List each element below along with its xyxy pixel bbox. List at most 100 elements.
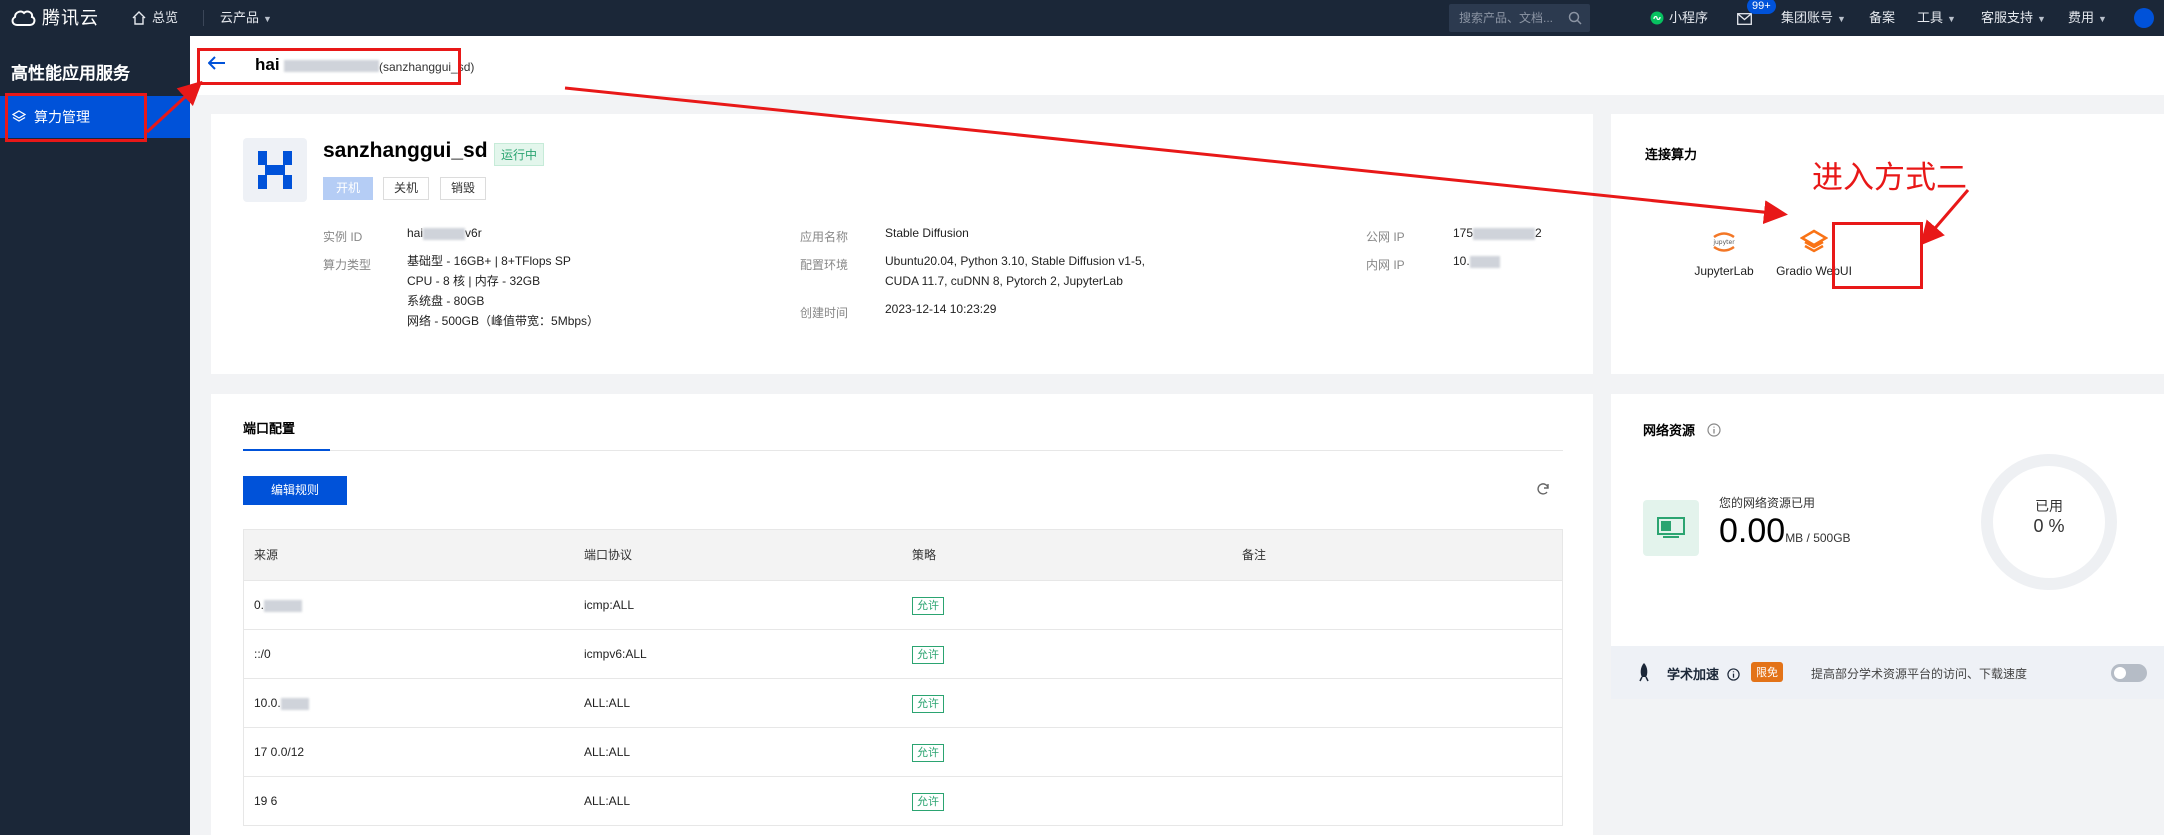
- public-ip-label: 公网 IP: [1366, 230, 1405, 244]
- compute-type-label: 算力类型: [323, 258, 372, 272]
- table-row: 10.0. ALL:ALL 允许: [244, 679, 1562, 728]
- jupyter-icon: jupyter: [1710, 228, 1738, 256]
- sidebar: 高性能应用服务 算力管理: [0, 36, 190, 835]
- nav-beian[interactable]: 备案: [1869, 0, 1895, 36]
- nav-mini-program[interactable]: 小程序: [1650, 0, 1708, 36]
- nav-products[interactable]: 云产品 ▼: [220, 0, 272, 36]
- info-icon[interactable]: [1707, 423, 1721, 437]
- redaction: [1469, 255, 1500, 268]
- annotation-box: [5, 93, 147, 142]
- policy-cell: 允许: [912, 777, 944, 826]
- compute-type-line: 基础型 - 16GB+ | 8+TFlops SP: [407, 254, 571, 268]
- network-title-text: 网络资源: [1643, 423, 1696, 438]
- page-header: hai (sanzhanggui_sd): [190, 36, 2164, 95]
- created-value: 2023-12-14 10:23:29: [885, 302, 997, 316]
- nav-fees[interactable]: 费用 ▼: [2068, 0, 2107, 36]
- nav-tools-label: 工具: [1917, 10, 1944, 25]
- mail-count-badge: 99+: [1747, 0, 1776, 14]
- academic-acceleration-desc: 提高部分学术资源平台的访问、下载速度: [1811, 667, 2028, 681]
- sidebar-title: 高性能应用服务: [11, 64, 130, 83]
- allow-tag: 允许: [912, 597, 944, 615]
- nav-tools[interactable]: 工具 ▼: [1917, 0, 1956, 36]
- nav-home[interactable]: 总览: [132, 0, 178, 36]
- start-button[interactable]: 开机: [323, 177, 374, 200]
- gradio-icon: [1800, 228, 1828, 256]
- table-row: 0. icmp:ALL 允许: [244, 581, 1562, 630]
- source-cell: 17 0.0/12: [254, 745, 305, 759]
- edit-rules-button[interactable]: 编辑规则: [243, 476, 348, 505]
- source-text: 0.: [254, 598, 265, 612]
- home-icon: [132, 11, 146, 25]
- cloud-logo-icon: [11, 10, 36, 26]
- info-icon[interactable]: [1726, 668, 1740, 681]
- nav-group-account[interactable]: 集团账号 ▼: [1781, 0, 1846, 36]
- annotation-label: 进入方式二: [1812, 160, 1967, 196]
- protocol-cell: icmp:ALL: [584, 598, 635, 612]
- network-title: 网络资源: [1643, 420, 1721, 439]
- nav-mini-program-label: 小程序: [1669, 10, 1709, 25]
- tab-active-indicator: [243, 449, 330, 451]
- mini-program-icon: [1650, 11, 1664, 25]
- jupyterlab-label: JupyterLab: [1694, 264, 1754, 278]
- search-icon[interactable]: [1568, 11, 1582, 25]
- user-avatar[interactable]: [2134, 8, 2154, 28]
- divider: [203, 10, 204, 26]
- tab-divider: [243, 450, 1563, 451]
- policy-cell: 允许: [912, 630, 944, 679]
- env-line: CUDA 11.7, cuDNN 8, Pytorch 2, JupyterLa…: [885, 274, 1123, 288]
- redaction: [1473, 227, 1536, 240]
- env-line: Ubuntu20.04, Python 3.10, Stable Diffusi…: [885, 254, 1145, 268]
- annotation-box: [197, 48, 461, 85]
- stop-button[interactable]: 关机: [383, 177, 430, 200]
- refresh-icon: [1537, 483, 1549, 495]
- network-used-value: 0.00MB / 500GB: [1719, 512, 1851, 551]
- allow-tag: 允许: [912, 646, 944, 664]
- academic-acceleration-toggle[interactable]: [2111, 664, 2147, 682]
- protocol-cell: icmpv6:ALL: [584, 647, 647, 661]
- compute-type-line: CPU - 8 核 | 内存 - 32GB: [407, 274, 541, 288]
- network-icon: [1643, 500, 1699, 556]
- instance-id-label: 实例 ID: [323, 230, 363, 244]
- nav-fees-label: 费用: [2068, 10, 2095, 25]
- allow-tag: 允许: [912, 695, 944, 713]
- private-ip-value: 10.: [1453, 251, 1500, 271]
- gauge-label: 已用: [2035, 498, 2063, 514]
- nav-support[interactable]: 客服支持 ▼: [1981, 0, 2046, 36]
- tencent-cloud-logo[interactable]: 腾讯云: [10, 0, 99, 36]
- search-input[interactable]: 搜索产品、文档...: [1449, 4, 1590, 32]
- refresh-button[interactable]: [1536, 482, 1550, 499]
- app-name-value: Stable Diffusion: [885, 226, 969, 240]
- env-label: 配置环境: [800, 258, 849, 272]
- chevron-down-icon: ▼: [1947, 14, 1956, 24]
- redaction: [423, 227, 466, 240]
- table-header: 来源 端口协议 策略 备注: [244, 530, 1562, 581]
- status-badge: 运行中: [494, 143, 545, 166]
- protocol-cell: ALL:ALL: [584, 745, 631, 759]
- policy-cell: 允许: [912, 679, 944, 728]
- table-row: ::/0 icmpv6:ALL 允许: [244, 630, 1562, 679]
- nav-group-account-label: 集团账号: [1781, 10, 1834, 25]
- redaction: [264, 599, 303, 612]
- column-header: 端口协议: [584, 548, 633, 562]
- table-row: 17 0.0/12 ALL:ALL 允许: [244, 728, 1562, 777]
- top-navbar: 腾讯云 总览 云产品 ▼ 搜索产品、文档... 小程序 99+ 集团账号 ▼ 备案 …: [0, 0, 2164, 36]
- redaction: [280, 697, 309, 710]
- allow-tag: 允许: [912, 793, 944, 811]
- created-label: 创建时间: [800, 306, 849, 320]
- nav-support-label: 客服支持: [1981, 10, 2034, 25]
- free-tag: 限免: [1751, 662, 1783, 682]
- column-header: 备注: [1242, 548, 1267, 562]
- allow-tag: 允许: [912, 744, 944, 762]
- tab-port-config[interactable]: 端口配置: [243, 418, 295, 437]
- port-config-card: 端口配置 编辑规则 来源 端口协议 策略 备注 0. icmp:ALL 允许 :…: [211, 394, 1593, 835]
- chevron-down-icon: ▼: [1837, 14, 1846, 24]
- network-used-label: 您的网络资源已用: [1719, 496, 1816, 510]
- compute-type-line: 系统盘 - 80GB: [407, 294, 485, 308]
- annotation-box: [1832, 222, 1923, 289]
- academic-acceleration-bar: 学术加速 限免 提高部分学术资源平台的访问、下载速度: [1611, 646, 2164, 699]
- destroy-button[interactable]: 销毁: [440, 177, 487, 200]
- source-cell: 10.0.: [254, 679, 309, 728]
- network-used-unit: MB / 500GB: [1785, 531, 1851, 545]
- nav-products-label: 云产品: [220, 10, 260, 25]
- private-ip-prefix: 10.: [1453, 254, 1470, 268]
